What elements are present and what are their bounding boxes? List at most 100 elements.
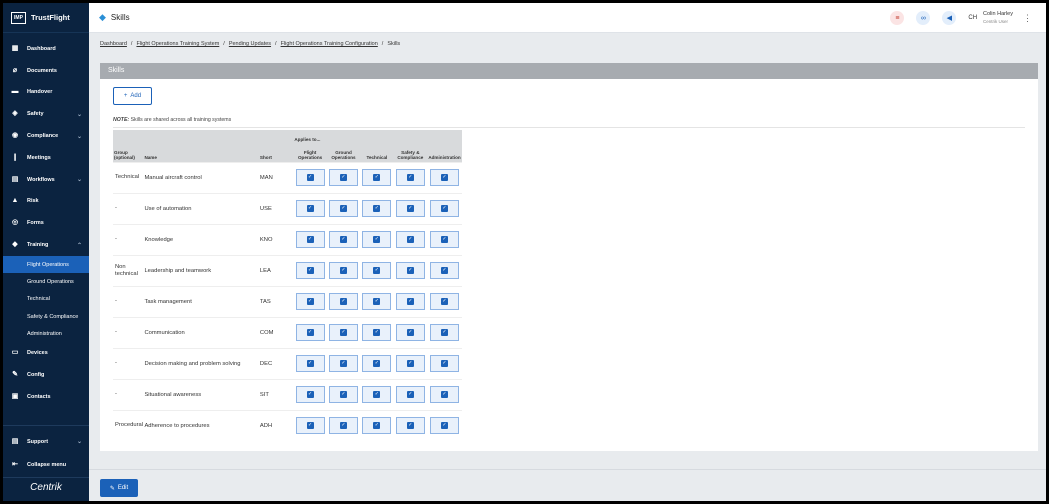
- breadcrumb-training-system[interactable]: Flight Operations Training System: [136, 41, 219, 47]
- sidebar-item-devices[interactable]: ▭ Devices: [3, 342, 89, 364]
- checkbox-technical[interactable]: ✓: [362, 324, 392, 341]
- checkbox-ground-operations[interactable]: ✓: [328, 169, 358, 186]
- link-icon[interactable]: ∞: [916, 11, 931, 25]
- sidebar-item-safety[interactable]: ◈ Safety ⌄: [3, 103, 89, 125]
- sidebar-item-meetings[interactable]: ❙ Meetings: [3, 147, 89, 169]
- checkbox-safety-compliance[interactable]: ✓: [395, 386, 425, 403]
- checkbox-ground-operations[interactable]: ✓: [328, 324, 358, 341]
- sidebar-subitem-technical[interactable]: Technical: [3, 291, 89, 308]
- column-header-safety-compliance: Safety & Compliance: [393, 144, 428, 162]
- checkbox-ground-operations[interactable]: ✓: [328, 417, 358, 435]
- checkbox-administration[interactable]: ✓: [430, 293, 460, 310]
- skills-panel: + Add NOTE: Skills are shared across all…: [100, 79, 1038, 451]
- checkbox-safety-compliance[interactable]: ✓: [395, 417, 425, 435]
- edit-button[interactable]: ✎ Edit: [100, 479, 138, 497]
- checkbox-administration[interactable]: ✓: [430, 324, 460, 341]
- breadcrumb-separator: /: [275, 41, 277, 47]
- checkbox-ground-operations[interactable]: ✓: [328, 231, 358, 248]
- skill-group: Procedural: [113, 409, 144, 441]
- checkbox-safety-compliance[interactable]: ✓: [395, 169, 425, 186]
- checkbox-administration[interactable]: ✓: [430, 417, 460, 435]
- flag-icon[interactable]: ≡: [890, 11, 905, 25]
- collapse-menu-button[interactable]: ⇤ Collapse menu: [3, 454, 89, 476]
- checkmark-icon: ✓: [373, 360, 381, 367]
- checkbox-administration[interactable]: ✓: [430, 200, 460, 217]
- checkbox-ground-operations[interactable]: ✓: [328, 262, 358, 279]
- devices-icon: ▭: [11, 349, 19, 357]
- checkbox-ground-operations[interactable]: ✓: [328, 386, 358, 403]
- checkbox-flight-operations[interactable]: ✓: [295, 417, 325, 435]
- checkbox-flight-operations[interactable]: ✓: [295, 293, 325, 310]
- checkmark-icon: ✓: [339, 360, 347, 367]
- checkbox-administration[interactable]: ✓: [430, 262, 460, 279]
- checkbox-safety-compliance[interactable]: ✓: [395, 355, 425, 372]
- logo[interactable]: IMP TrustFlight: [3, 3, 89, 33]
- applies-cell: ✓: [326, 223, 361, 255]
- sidebar-item-documents[interactable]: ⌀ Documents: [3, 60, 89, 82]
- sidebar-item-training[interactable]: ◆ Training ⌃: [3, 234, 89, 256]
- sidebar-item-contacts[interactable]: ▣ Contacts: [3, 386, 89, 408]
- checkbox-administration[interactable]: ✓: [430, 169, 460, 186]
- avatar[interactable]: CH: [968, 15, 977, 21]
- applies-cell: ✓: [427, 254, 462, 286]
- checkbox-technical[interactable]: ✓: [362, 293, 392, 310]
- checkbox-flight-operations[interactable]: ✓: [295, 231, 325, 248]
- skill-short: SIT: [258, 378, 294, 410]
- checkbox-technical[interactable]: ✓: [362, 231, 392, 248]
- checkmark-icon: ✓: [406, 422, 414, 430]
- user-info[interactable]: Colin Harley Centrik User: [983, 11, 1013, 25]
- checkbox-technical[interactable]: ✓: [362, 200, 392, 217]
- checkbox-flight-operations[interactable]: ✓: [295, 262, 325, 279]
- checkbox-flight-operations[interactable]: ✓: [295, 169, 325, 186]
- checkbox-administration[interactable]: ✓: [430, 231, 460, 248]
- sidebar-item-forms[interactable]: ◎ Forms: [3, 212, 89, 234]
- checkbox-ground-operations[interactable]: ✓: [328, 355, 358, 372]
- breadcrumb-pending-updates[interactable]: Pending Updates: [229, 41, 271, 47]
- checkbox-technical[interactable]: ✓: [362, 386, 392, 403]
- breadcrumb-training-configuration[interactable]: Flight Operations Training Configuration: [281, 41, 378, 47]
- checkmark-icon: ✓: [406, 174, 414, 181]
- checkbox-ground-operations[interactable]: ✓: [328, 200, 358, 217]
- checkbox-technical[interactable]: ✓: [362, 355, 392, 372]
- applies-cell: ✓: [360, 192, 394, 224]
- checkbox-administration[interactable]: ✓: [430, 355, 460, 372]
- checkbox-safety-compliance[interactable]: ✓: [395, 200, 425, 217]
- checkbox-flight-operations[interactable]: ✓: [295, 386, 325, 403]
- sidebar-item-handover[interactable]: ▬ Handover: [3, 82, 89, 104]
- skill-short: KNO: [258, 223, 294, 255]
- skill-name: Adherence to procedures: [143, 409, 259, 441]
- sidebar-subitem-administration[interactable]: Administration: [3, 325, 89, 342]
- checkbox-ground-operations[interactable]: ✓: [328, 293, 358, 310]
- checkbox-flight-operations[interactable]: ✓: [295, 324, 325, 341]
- megaphone-icon[interactable]: ◀: [942, 11, 957, 25]
- checkbox-administration[interactable]: ✓: [430, 386, 460, 403]
- checkbox-flight-operations[interactable]: ✓: [295, 355, 325, 372]
- applies-cell: ✓: [293, 161, 327, 193]
- table-row: - Decision making and problem solving DEC ✓…: [113, 347, 462, 379]
- sidebar-item-config[interactable]: ✎ Config: [3, 364, 89, 386]
- sidebar-item-compliance[interactable]: ◉ Compliance ⌄: [3, 125, 89, 147]
- more-options-icon[interactable]: ⋮: [1023, 13, 1032, 24]
- skill-name: Leadership and teamwork: [143, 254, 259, 286]
- checkmark-icon: ✓: [306, 174, 314, 181]
- graduation-cap-icon: ◆: [99, 12, 106, 22]
- sidebar-item-dashboard[interactable]: ▦ Dashboard: [3, 38, 89, 60]
- sidebar-nav: ▦ Dashboard ⌀ Documents ▬ Handover ◈ Safety ⌄ ◉ Co…: [3, 38, 89, 408]
- sidebar-item-support[interactable]: ▤ Support ⌄: [3, 431, 89, 453]
- sidebar-subitem-safety-compliance[interactable]: Safety & Compliance: [3, 308, 89, 325]
- logo-mark: IMP: [11, 11, 26, 24]
- checkbox-technical[interactable]: ✓: [362, 417, 392, 435]
- checkbox-flight-operations[interactable]: ✓: [295, 200, 325, 217]
- checkbox-safety-compliance[interactable]: ✓: [395, 293, 425, 310]
- sidebar-subitem-ground-operations[interactable]: Ground Operations: [3, 273, 89, 290]
- checkbox-safety-compliance[interactable]: ✓: [395, 324, 425, 341]
- sidebar-subitem-flight-operations[interactable]: Flight Operations: [3, 255, 89, 274]
- checkbox-safety-compliance[interactable]: ✓: [395, 231, 425, 248]
- checkbox-technical[interactable]: ✓: [362, 262, 392, 279]
- breadcrumb-dashboard[interactable]: Dashboard: [100, 41, 127, 47]
- add-button[interactable]: + Add: [113, 87, 152, 105]
- sidebar-item-workflows[interactable]: ▤ Workflows ⌄: [3, 169, 89, 191]
- checkbox-safety-compliance[interactable]: ✓: [395, 262, 425, 279]
- sidebar-item-risk[interactable]: ▲ Risk: [3, 191, 89, 213]
- checkbox-technical[interactable]: ✓: [362, 169, 392, 186]
